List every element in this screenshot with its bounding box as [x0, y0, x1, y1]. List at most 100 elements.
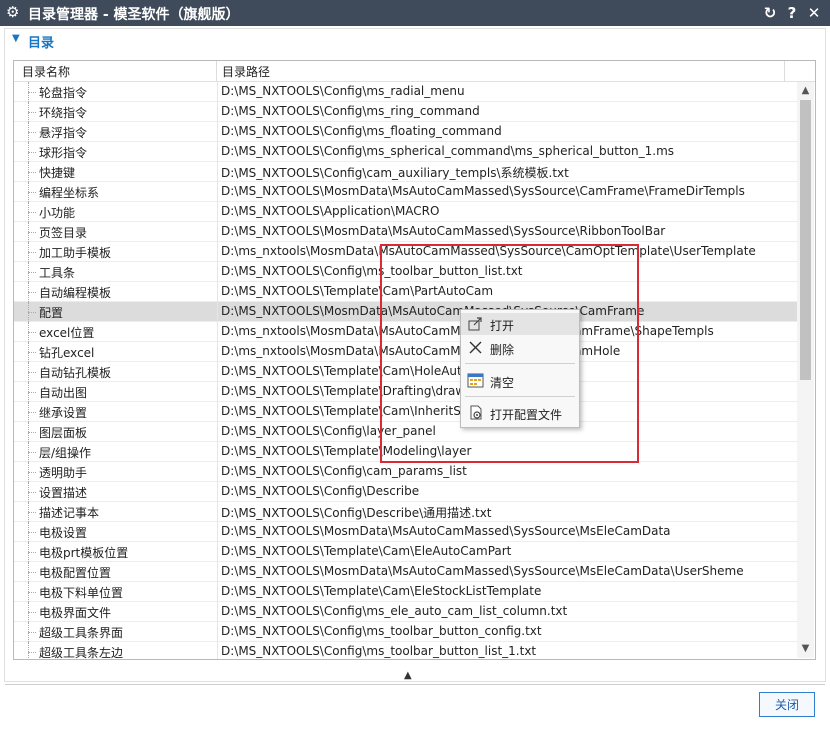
directory-name-cell: 球形指令: [39, 146, 88, 160]
menu-separator: [465, 396, 575, 397]
window-title: 目录管理器 - 模圣软件（旗舰版）: [28, 7, 240, 23]
tree-connector: [28, 252, 36, 253]
table-row[interactable]: 超级工具条界面 D:\MS_NXTOOLS\Config\ms_toolbar_b…: [14, 622, 797, 642]
tree-connector: [28, 472, 36, 473]
table-row[interactable]: 继承设置 D:\MS_NXTOOLS\Template\Cam\InheritSe…: [14, 402, 797, 422]
column-header-name[interactable]: 目录名称: [22, 63, 70, 80]
table-row[interactable]: 自动钻孔模板 D:\MS_NXTOOLS\Template\Cam\HoleAut…: [14, 362, 797, 382]
table-row[interactable]: 悬浮指令 D:\MS_NXTOOLS\Config\ms_floating_com…: [14, 122, 797, 142]
table-row[interactable]: 超级工具条左边 D:\MS_NXTOOLS\Config\ms_toolbar_b…: [14, 642, 797, 659]
menu-item-label: 删除: [490, 343, 515, 357]
directory-name-cell: 超级工具条界面: [39, 626, 124, 640]
menu-separator: [465, 363, 575, 364]
table-row[interactable]: 小功能 D:\MS_NXTOOLS\Application\MACRO: [14, 202, 797, 222]
column-divider: [217, 182, 218, 202]
directory-path-cell: D:\MS_NXTOOLS\MosmData\MsAutoCamMassed\S…: [221, 564, 744, 578]
vertical-scrollbar[interactable]: ▲ ▼: [797, 82, 814, 658]
tree-connector: [28, 272, 36, 273]
column-header-path[interactable]: 目录路径: [222, 63, 270, 80]
close-icon[interactable]: ✕: [804, 3, 824, 23]
table-row[interactable]: 电极prt模板位置 D:\MS_NXTOOLS\Template\Cam\EleA…: [14, 542, 797, 562]
table-row[interactable]: 钻孔excel D:\ms_nxtools\MosmData\MsAutoCamM…: [14, 342, 797, 362]
context-menu: 打开 删除 清空 打开配置文件: [460, 309, 580, 428]
table-row[interactable]: 页签目录 D:\MS_NXTOOLS\MosmData\MsAutoCamMass…: [14, 222, 797, 242]
directory-path-cell: D:\MS_NXTOOLS\Config\ms_spherical_comman…: [221, 144, 675, 158]
directory-path-cell: D:\MS_NXTOOLS\Template\Cam\EleAutoCamPar…: [221, 544, 512, 558]
refresh-icon[interactable]: ↻: [760, 3, 780, 23]
menu-item-open-config-file[interactable]: 打开配置文件: [461, 402, 579, 424]
directory-name-cell: 继承设置: [39, 406, 88, 420]
tree-connector: [28, 112, 36, 113]
table-row[interactable]: 电极下料单位置 D:\MS_NXTOOLS\Template\Cam\EleSto…: [14, 582, 797, 602]
section-title[interactable]: 目录: [28, 32, 54, 51]
table-row[interactable]: 环绕指令 D:\MS_NXTOOLS\Config\ms_ring_command: [14, 102, 797, 122]
directory-path-cell: D:\MS_NXTOOLS\MosmData\MsAutoCamMassed\S…: [221, 224, 666, 238]
table-row[interactable]: 配置 D:\MS_NXTOOLS\MosmData\MsAutoCamMassed…: [14, 302, 797, 322]
scroll-up-icon[interactable]: ▲: [797, 82, 814, 100]
scroll-down-icon[interactable]: ▼: [797, 640, 814, 658]
column-divider[interactable]: [216, 61, 217, 81]
directory-path-cell: D:\MS_NXTOOLS\Config\Describe: [221, 484, 420, 498]
column-divider[interactable]: [784, 61, 785, 81]
table-row[interactable]: 电极界面文件 D:\MS_NXTOOLS\Config\ms_ele_auto_c…: [14, 602, 797, 622]
table-row[interactable]: 电极配置位置 D:\MS_NXTOOLS\MosmData\MsAutoCamMa…: [14, 562, 797, 582]
tree-connector: [28, 512, 36, 513]
directory-path-cell: D:\MS_NXTOOLS\Template\Modeling\layer: [221, 444, 472, 458]
column-divider: [217, 242, 218, 262]
table-row[interactable]: 自动编程模板 D:\MS_NXTOOLS\Template\Cam\PartAut…: [14, 282, 797, 302]
table-row[interactable]: 层/组操作 D:\MS_NXTOOLS\Template\Modeling\lay…: [14, 442, 797, 462]
directory-name-cell: 页签目录: [39, 226, 88, 240]
tree-connector: [28, 132, 36, 133]
column-divider: [217, 542, 218, 562]
gear-icon[interactable]: ⚙: [6, 3, 19, 21]
menu-item-delete[interactable]: 删除: [461, 337, 579, 359]
collapse-panel-icon[interactable]: ▲: [404, 670, 412, 681]
column-divider: [217, 222, 218, 242]
section-collapse-icon[interactable]: ▼: [12, 33, 20, 44]
tree-connector: [28, 532, 36, 533]
close-button[interactable]: 关闭: [759, 692, 815, 717]
column-divider: [217, 562, 218, 582]
tree-connector: [28, 412, 36, 413]
column-divider: [217, 262, 218, 282]
menu-item-open[interactable]: 打开: [461, 313, 579, 335]
directory-path-cell: D:\MS_NXTOOLS\Template\Drafting\drawing: [221, 384, 484, 398]
table-row[interactable]: 设置描述 D:\MS_NXTOOLS\Config\Describe: [14, 482, 797, 502]
table-row[interactable]: excel位置D:\ms_nxtools\MosmData\MsAutoCamM…: [14, 322, 797, 342]
table-row[interactable]: 图层面板 D:\MS_NXTOOLS\Config\layer_panel: [14, 422, 797, 442]
tree-connector: [28, 492, 36, 493]
directory-path-cell: D:\MS_NXTOOLS\MosmData\MsAutoCamMassed\S…: [221, 524, 671, 538]
tree-connector: [28, 592, 36, 593]
directory-name-cell: 小功能: [39, 206, 76, 220]
table-row[interactable]: 编程坐标系 D:\MS_NXTOOLS\MosmData\MsAutoCamMas…: [14, 182, 797, 202]
column-divider: [217, 322, 218, 342]
table-row[interactable]: 描述记事本 D:\MS_NXTOOLS\Config\Describe\通用描述.…: [14, 502, 797, 522]
table-row[interactable]: 自动出图 D:\MS_NXTOOLS\Template\Drafting\draw…: [14, 382, 797, 402]
tree-connector: [28, 632, 36, 633]
directory-name-cell: 电极下料单位置: [39, 586, 124, 600]
directory-path-cell: D:\MS_NXTOOLS\Template\Cam\InheritSet: [221, 404, 473, 418]
help-icon[interactable]: ?: [782, 3, 802, 23]
delete-icon: [469, 341, 482, 354]
table-row[interactable]: 轮盘指令 D:\MS_NXTOOLS\Config\ms_radial_menu: [14, 82, 797, 102]
column-divider: [217, 302, 218, 322]
table-row[interactable]: 快捷键 D:\MS_NXTOOLS\Config\cam_auxiliary_te…: [14, 162, 797, 182]
tree-connector: [28, 392, 36, 393]
table-row[interactable]: 球形指令 D:\MS_NXTOOLS\Config\ms_spherical_co…: [14, 142, 797, 162]
table-row[interactable]: 工具条 D:\MS_NXTOOLS\Config\ms_toolbar_butto…: [14, 262, 797, 282]
menu-item-clear[interactable]: 清空: [461, 370, 579, 392]
tree-connector: [28, 192, 36, 193]
table-row[interactable]: 透明助手 D:\MS_NXTOOLS\Config\cam_params_list: [14, 462, 797, 482]
column-divider: [217, 142, 218, 162]
table-row[interactable]: 电极设置 D:\MS_NXTOOLS\MosmData\MsAutoCamMass…: [14, 522, 797, 542]
tree-connector: [28, 432, 36, 433]
column-divider: [217, 482, 218, 502]
tree-connector: [28, 232, 36, 233]
directory-name-cell: 环绕指令: [39, 106, 88, 120]
directory-name-cell: 电极prt模板位置: [39, 546, 129, 560]
scrollbar-thumb[interactable]: [800, 100, 811, 380]
directory-name-cell: 工具条: [39, 266, 76, 280]
clear-icon: [467, 373, 484, 388]
directory-name-cell: 钻孔excel: [39, 346, 95, 360]
table-row[interactable]: 加工助手模板 D:\ms_nxtools\MosmData\MsAutoCamMa…: [14, 242, 797, 262]
